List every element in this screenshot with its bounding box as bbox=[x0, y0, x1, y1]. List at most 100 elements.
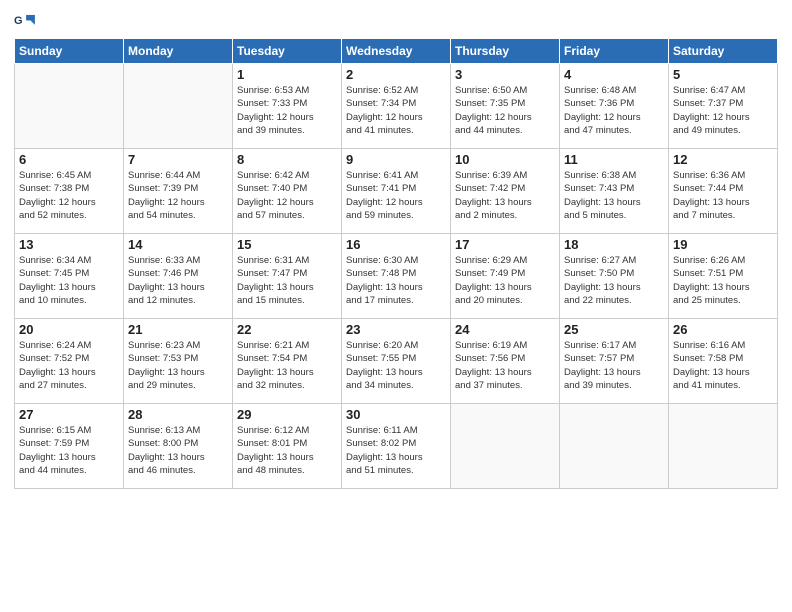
calendar-cell bbox=[15, 64, 124, 149]
day-number: 11 bbox=[564, 152, 664, 167]
day-number: 3 bbox=[455, 67, 555, 82]
calendar-cell: 19Sunrise: 6:26 AM Sunset: 7:51 PM Dayli… bbox=[669, 234, 778, 319]
day-number: 10 bbox=[455, 152, 555, 167]
day-number: 29 bbox=[237, 407, 337, 422]
day-number: 2 bbox=[346, 67, 446, 82]
week-row-2: 13Sunrise: 6:34 AM Sunset: 7:45 PM Dayli… bbox=[15, 234, 778, 319]
day-info: Sunrise: 6:42 AM Sunset: 7:40 PM Dayligh… bbox=[237, 169, 337, 222]
calendar-cell: 11 Sunrise: 6:38 AM Sunset: 7:43 PM Dayli… bbox=[560, 149, 669, 234]
calendar-cell: 27 Sunrise: 6:15 AM Sunset: 7:59 PM Dayli… bbox=[15, 404, 124, 489]
calendar-cell: 12 Sunrise: 6:36 AM Sunset: 7:44 PM Dayli… bbox=[669, 149, 778, 234]
calendar: SundayMondayTuesdayWednesdayThursdayFrid… bbox=[14, 38, 778, 489]
day-number: 17 bbox=[455, 237, 555, 252]
day-info: Sunrise: 6:21 AM Sunset: 7:54 PM Dayligh… bbox=[237, 339, 337, 392]
calendar-cell: 2 Sunrise: 6:52 AM Sunset: 7:34 PM Daylig… bbox=[342, 64, 451, 149]
day-info: Sunrise: 6:52 AM Sunset: 7:34 PM Dayligh… bbox=[346, 84, 446, 137]
day-number: 8 bbox=[237, 152, 337, 167]
week-row-3: 20 Sunrise: 6:24 AM Sunset: 7:52 PM Dayli… bbox=[15, 319, 778, 404]
calendar-cell: 29 Sunrise: 6:12 AM Sunset: 8:01 PM Dayli… bbox=[233, 404, 342, 489]
day-info: Sunrise: 6:47 AM Sunset: 7:37 PM Dayligh… bbox=[673, 84, 773, 137]
day-number: 18 bbox=[564, 237, 664, 252]
calendar-cell bbox=[669, 404, 778, 489]
day-info: Sunrise: 6:29 AM Sunset: 7:49 PM Dayligh… bbox=[455, 254, 555, 307]
day-info: Sunrise: 6:23 AM Sunset: 7:53 PM Dayligh… bbox=[128, 339, 228, 392]
calendar-cell: 24 Sunrise: 6:19 AM Sunset: 7:56 PM Dayli… bbox=[451, 319, 560, 404]
day-number: 27 bbox=[19, 407, 119, 422]
calendar-cell: 8 Sunrise: 6:42 AM Sunset: 7:40 PM Daylig… bbox=[233, 149, 342, 234]
day-number: 26 bbox=[673, 322, 773, 337]
calendar-cell: 30Sunrise: 6:11 AM Sunset: 8:02 PM Dayli… bbox=[342, 404, 451, 489]
calendar-cell: 16 Sunrise: 6:30 AM Sunset: 7:48 PM Dayli… bbox=[342, 234, 451, 319]
day-info: Sunrise: 6:38 AM Sunset: 7:43 PM Dayligh… bbox=[564, 169, 664, 222]
day-info: Sunrise: 6:24 AM Sunset: 7:52 PM Dayligh… bbox=[19, 339, 119, 392]
day-info: Sunrise: 6:27 AM Sunset: 7:50 PM Dayligh… bbox=[564, 254, 664, 307]
day-number: 25 bbox=[564, 322, 664, 337]
day-info: Sunrise: 6:12 AM Sunset: 8:01 PM Dayligh… bbox=[237, 424, 337, 477]
day-info: Sunrise: 6:39 AM Sunset: 7:42 PM Dayligh… bbox=[455, 169, 555, 222]
calendar-cell: 28 Sunrise: 6:13 AM Sunset: 8:00 PM Dayli… bbox=[124, 404, 233, 489]
day-info: Sunrise: 6:48 AM Sunset: 7:36 PM Dayligh… bbox=[564, 84, 664, 137]
day-number: 15 bbox=[237, 237, 337, 252]
day-info: Sunrise: 6:19 AM Sunset: 7:56 PM Dayligh… bbox=[455, 339, 555, 392]
day-header-saturday: Saturday bbox=[669, 39, 778, 64]
calendar-cell: 14 Sunrise: 6:33 AM Sunset: 7:46 PM Dayli… bbox=[124, 234, 233, 319]
day-number: 14 bbox=[128, 237, 228, 252]
calendar-cell: 25Sunrise: 6:17 AM Sunset: 7:57 PM Dayli… bbox=[560, 319, 669, 404]
day-info: Sunrise: 6:15 AM Sunset: 7:59 PM Dayligh… bbox=[19, 424, 119, 477]
calendar-cell: 10 Sunrise: 6:39 AM Sunset: 7:42 PM Dayli… bbox=[451, 149, 560, 234]
day-header-wednesday: Wednesday bbox=[342, 39, 451, 64]
day-header-friday: Friday bbox=[560, 39, 669, 64]
week-row-4: 27 Sunrise: 6:15 AM Sunset: 7:59 PM Dayli… bbox=[15, 404, 778, 489]
calendar-cell: 26 Sunrise: 6:16 AM Sunset: 7:58 PM Dayli… bbox=[669, 319, 778, 404]
calendar-cell: 21 Sunrise: 6:23 AM Sunset: 7:53 PM Dayli… bbox=[124, 319, 233, 404]
day-number: 28 bbox=[128, 407, 228, 422]
day-info: Sunrise: 6:50 AM Sunset: 7:35 PM Dayligh… bbox=[455, 84, 555, 137]
day-header-monday: Monday bbox=[124, 39, 233, 64]
day-number: 16 bbox=[346, 237, 446, 252]
day-info: Sunrise: 6:20 AM Sunset: 7:55 PM Dayligh… bbox=[346, 339, 446, 392]
calendar-cell bbox=[124, 64, 233, 149]
day-header-thursday: Thursday bbox=[451, 39, 560, 64]
day-number: 7 bbox=[128, 152, 228, 167]
day-header-sunday: Sunday bbox=[15, 39, 124, 64]
calendar-cell: 20 Sunrise: 6:24 AM Sunset: 7:52 PM Dayli… bbox=[15, 319, 124, 404]
day-number: 12 bbox=[673, 152, 773, 167]
day-info: Sunrise: 6:31 AM Sunset: 7:47 PM Dayligh… bbox=[237, 254, 337, 307]
day-number: 21 bbox=[128, 322, 228, 337]
day-info: Sunrise: 6:45 AM Sunset: 7:38 PM Dayligh… bbox=[19, 169, 119, 222]
calendar-cell: 3 Sunrise: 6:50 AM Sunset: 7:35 PM Daylig… bbox=[451, 64, 560, 149]
day-number: 30 bbox=[346, 407, 446, 422]
calendar-header-row: SundayMondayTuesdayWednesdayThursdayFrid… bbox=[15, 39, 778, 64]
day-number: 19 bbox=[673, 237, 773, 252]
calendar-cell: 17 Sunrise: 6:29 AM Sunset: 7:49 PM Dayli… bbox=[451, 234, 560, 319]
day-info: Sunrise: 6:16 AM Sunset: 7:58 PM Dayligh… bbox=[673, 339, 773, 392]
header: G bbox=[14, 10, 778, 32]
day-number: 20 bbox=[19, 322, 119, 337]
day-info: Sunrise: 6:33 AM Sunset: 7:46 PM Dayligh… bbox=[128, 254, 228, 307]
calendar-cell: 22Sunrise: 6:21 AM Sunset: 7:54 PM Dayli… bbox=[233, 319, 342, 404]
svg-text:G: G bbox=[14, 15, 23, 27]
day-info: Sunrise: 6:13 AM Sunset: 8:00 PM Dayligh… bbox=[128, 424, 228, 477]
day-info: Sunrise: 6:53 AM Sunset: 7:33 PM Dayligh… bbox=[237, 84, 337, 137]
calendar-cell bbox=[451, 404, 560, 489]
week-row-0: 1 Sunrise: 6:53 AM Sunset: 7:33 PM Daylig… bbox=[15, 64, 778, 149]
calendar-cell: 18 Sunrise: 6:27 AM Sunset: 7:50 PM Dayli… bbox=[560, 234, 669, 319]
calendar-cell: 9 Sunrise: 6:41 AM Sunset: 7:41 PM Daylig… bbox=[342, 149, 451, 234]
calendar-cell: 5Sunrise: 6:47 AM Sunset: 7:37 PM Daylig… bbox=[669, 64, 778, 149]
logo: G bbox=[14, 10, 38, 32]
day-number: 1 bbox=[237, 67, 337, 82]
day-header-tuesday: Tuesday bbox=[233, 39, 342, 64]
day-number: 9 bbox=[346, 152, 446, 167]
calendar-cell: 7 Sunrise: 6:44 AM Sunset: 7:39 PM Daylig… bbox=[124, 149, 233, 234]
day-info: Sunrise: 6:30 AM Sunset: 7:48 PM Dayligh… bbox=[346, 254, 446, 307]
day-info: Sunrise: 6:36 AM Sunset: 7:44 PM Dayligh… bbox=[673, 169, 773, 222]
calendar-cell: 6Sunrise: 6:45 AM Sunset: 7:38 PM Daylig… bbox=[15, 149, 124, 234]
day-number: 23 bbox=[346, 322, 446, 337]
day-info: Sunrise: 6:44 AM Sunset: 7:39 PM Dayligh… bbox=[128, 169, 228, 222]
day-info: Sunrise: 6:41 AM Sunset: 7:41 PM Dayligh… bbox=[346, 169, 446, 222]
calendar-cell: 15 Sunrise: 6:31 AM Sunset: 7:47 PM Dayli… bbox=[233, 234, 342, 319]
day-number: 4 bbox=[564, 67, 664, 82]
day-info: Sunrise: 6:34 AM Sunset: 7:45 PM Dayligh… bbox=[19, 254, 119, 307]
calendar-cell: 1 Sunrise: 6:53 AM Sunset: 7:33 PM Daylig… bbox=[233, 64, 342, 149]
day-number: 24 bbox=[455, 322, 555, 337]
